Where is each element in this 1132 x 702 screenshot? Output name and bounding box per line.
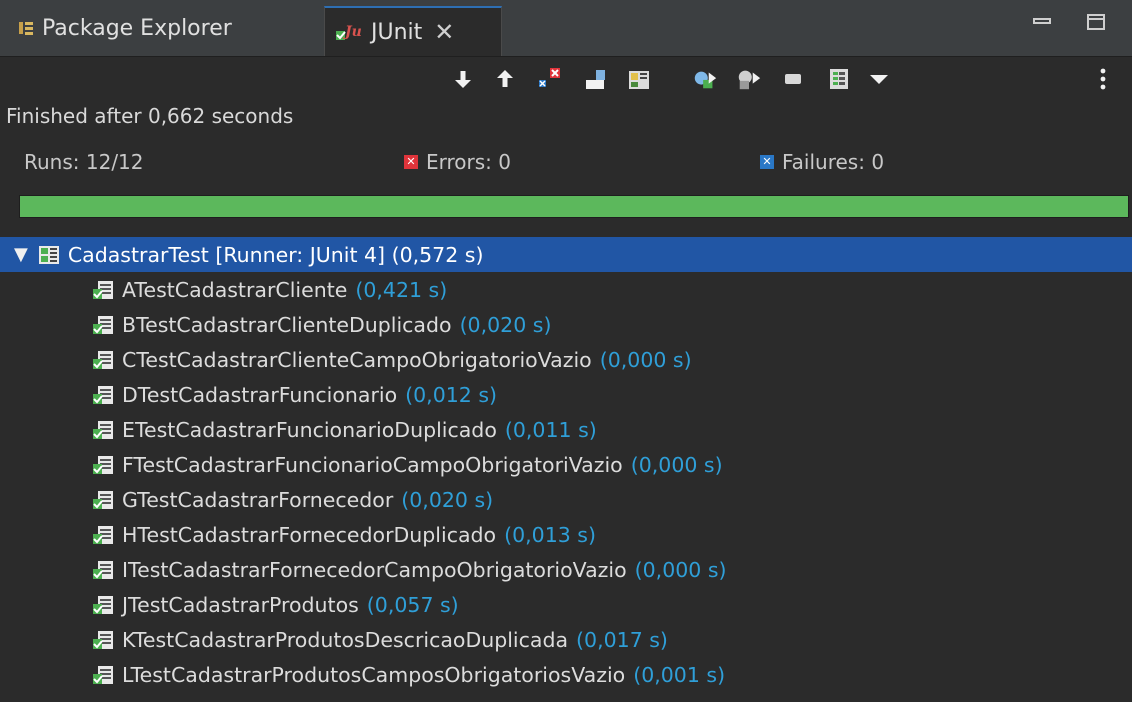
test-passed-icon — [92, 385, 114, 405]
test-case-time: (0,012 s) — [405, 382, 498, 407]
maximize-icon[interactable] — [1084, 10, 1110, 34]
test-passed-icon — [92, 595, 114, 615]
test-case-row[interactable]: KTestCadastrarProdutosDescricaoDuplicada… — [0, 622, 1132, 657]
error-icon: ✕ — [404, 155, 418, 169]
test-case-name: BTestCadastrarClienteDuplicado — [122, 312, 452, 337]
errors-counter-label: Errors: 0 — [426, 150, 511, 174]
minimize-icon[interactable] — [1030, 10, 1056, 34]
stop-icon[interactable] — [780, 66, 806, 92]
errors-counter: ✕ Errors: 0 — [404, 150, 511, 174]
close-icon[interactable]: ✕ — [434, 18, 454, 46]
test-case-time: (0,000 s) — [599, 347, 692, 372]
test-suite-icon — [38, 245, 60, 265]
test-case-row[interactable]: ATestCadastrarCliente (0,421 s) — [0, 272, 1132, 307]
test-counters: Runs: 12/12 ✕ Errors: 0 ✕ Failures: 0 — [0, 150, 1132, 180]
previous-failure-icon[interactable] — [492, 66, 518, 92]
test-run-history-icon[interactable] — [826, 66, 852, 92]
test-case-name: LTestCadastrarProdutosCamposObrigatorios… — [122, 662, 626, 687]
test-passed-icon — [92, 315, 114, 335]
next-failure-icon[interactable] — [450, 66, 476, 92]
package-explorer-icon — [18, 20, 34, 36]
test-list: ATestCadastrarCliente (0,421 s) BTestCadas… — [0, 272, 1132, 692]
test-case-row[interactable]: FTestCadastrarFuncionarioCampoObrigatori… — [0, 447, 1132, 482]
run-status-text: Finished after 0,662 seconds — [6, 104, 294, 128]
test-passed-icon — [92, 280, 114, 300]
test-case-time: (0,017 s) — [576, 627, 668, 652]
junit-icon: Ju — [335, 22, 363, 42]
test-case-time: (0,011 s) — [504, 417, 597, 442]
test-passed-icon — [92, 630, 114, 650]
test-case-name: HTestCadastrarFornecedorDuplicado — [122, 522, 497, 547]
test-case-name: ETestCadastrarFuncionarioDuplicado — [122, 417, 497, 442]
test-progress-bar — [19, 195, 1129, 218]
test-case-row[interactable]: ETestCadastrarFuncionarioDuplicado (0,011… — [0, 412, 1132, 447]
test-case-row[interactable]: HTestCadastrarFornecedorDuplicado (0,013 … — [0, 517, 1132, 552]
test-case-time: (0,000 s) — [630, 452, 723, 477]
test-case-name: JTestCadastrarProdutos — [122, 592, 359, 617]
test-case-row[interactable]: LTestCadastrarProdutosCamposObrigatorios… — [0, 657, 1132, 692]
view-tab-bar: Package Explorer Ju JUnit ✕ — [0, 0, 1132, 57]
test-progress-fill — [20, 196, 1128, 217]
failure-icon: ✕ — [760, 155, 774, 169]
test-case-row[interactable]: DTestCadastrarFuncionario (0,012 s) — [0, 377, 1132, 412]
tab-junit[interactable]: Ju JUnit ✕ — [324, 6, 502, 56]
view-menu-icon[interactable] — [866, 66, 892, 92]
tab-package-explorer[interactable]: Package Explorer — [18, 12, 232, 44]
test-passed-icon — [92, 560, 114, 580]
test-tree: ▼ CadastrarTest [Runner: JUnit 4] (0,572… — [0, 237, 1132, 692]
test-case-name: KTestCadastrarProdutosDescricaoDuplicada — [122, 627, 569, 652]
expand-arrow-icon[interactable]: ▼ — [14, 244, 28, 265]
test-case-row[interactable]: JTestCadastrarProdutos (0,057 s) — [0, 587, 1132, 622]
test-case-name: GTestCadastrarFornecedor — [122, 487, 394, 512]
test-case-name: CTestCadastrarClienteCampoObrigatorioVaz… — [122, 347, 592, 372]
test-case-time: (0,000 s) — [634, 557, 727, 582]
test-passed-icon — [92, 420, 114, 440]
test-case-row[interactable]: CTestCadastrarClienteCampoObrigatorioVaz… — [0, 342, 1132, 377]
test-passed-icon — [92, 455, 114, 475]
scroll-lock-icon[interactable] — [582, 66, 608, 92]
test-case-time: (0,020 s) — [401, 487, 494, 512]
junit-toolbar — [0, 56, 1132, 100]
test-passed-icon — [92, 350, 114, 370]
tab-junit-label: JUnit — [371, 19, 423, 45]
test-passed-icon — [92, 525, 114, 545]
test-case-row[interactable]: GTestCadastrarFornecedor (0,020 s) — [0, 482, 1132, 517]
show-skipped-icon[interactable] — [626, 66, 652, 92]
test-case-name: ITestCadastrarFornecedorCampoObrigatorio… — [122, 557, 627, 582]
failures-counter-label: Failures: 0 — [782, 150, 885, 174]
test-case-time: (0,421 s) — [355, 277, 448, 302]
more-icon[interactable] — [1090, 66, 1116, 92]
test-case-name: ATestCadastrarCliente — [122, 277, 348, 302]
svg-text:Ju: Ju — [342, 24, 362, 40]
runs-counter: Runs: 12/12 — [24, 150, 144, 174]
tab-package-explorer-label: Package Explorer — [42, 15, 232, 41]
show-failures-only-icon[interactable] — [536, 66, 562, 92]
rerun-test-icon[interactable] — [692, 66, 718, 92]
test-passed-icon — [92, 665, 114, 685]
test-case-time: (0,020 s) — [459, 312, 552, 337]
test-case-row[interactable]: ITestCadastrarFornecedorCampoObrigatorio… — [0, 552, 1132, 587]
test-passed-icon — [92, 490, 114, 510]
test-case-time: (0,057 s) — [366, 592, 459, 617]
test-case-name: FTestCadastrarFuncionarioCampoObrigatori… — [122, 452, 623, 477]
failures-counter: ✕ Failures: 0 — [760, 150, 884, 174]
test-case-time: (0,001 s) — [633, 662, 726, 687]
test-case-row[interactable]: BTestCadastrarClienteDuplicado (0,020 s) — [0, 307, 1132, 342]
runs-counter-label: Runs: 12/12 — [24, 150, 144, 174]
tree-root-row[interactable]: ▼ CadastrarTest [Runner: JUnit 4] (0,572… — [0, 237, 1132, 272]
rerun-failed-first-icon[interactable] — [736, 66, 762, 92]
test-case-time: (0,013 s) — [504, 522, 596, 547]
test-case-name: DTestCadastrarFuncionario — [122, 382, 398, 407]
tree-root-label: CadastrarTest [Runner: JUnit 4] (0,572 s… — [67, 242, 484, 267]
